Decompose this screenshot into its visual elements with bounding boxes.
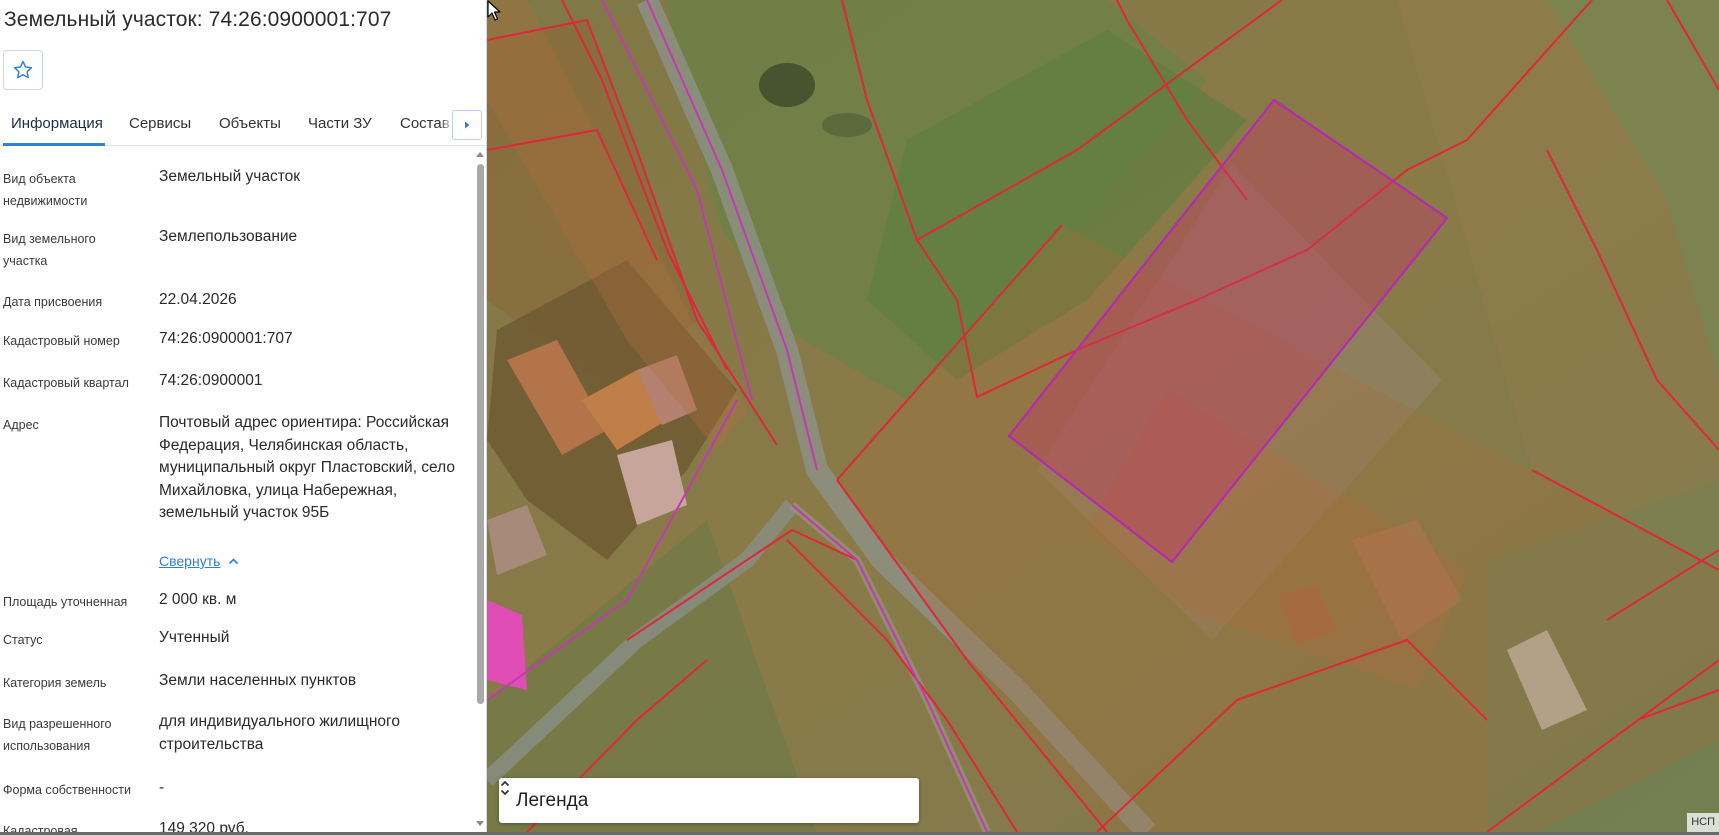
info-label: Кадастровая [3, 824, 78, 832]
info-label: Кадастровый квартал [3, 376, 129, 390]
info-value: 74:26:0900001 [159, 372, 263, 389]
info-value: Землепользование [159, 228, 298, 245]
tab-bar: Информация Сервисы Объекты Части ЗУ Сост… [0, 108, 486, 146]
tabs-scroll-next-button[interactable] [452, 110, 482, 140]
tab-objects[interactable]: Объекты [219, 115, 281, 132]
collapse-link-label: Свернуть [159, 553, 221, 569]
info-scrollbar[interactable] [474, 148, 486, 832]
info-list: Вид объекта недвижимости Земельный участ… [0, 148, 477, 832]
info-label: Вид объекта недвижимости [3, 172, 88, 208]
map-view[interactable]: Легенда НСП [487, 0, 1719, 832]
info-label: Площадь уточненная [3, 595, 128, 609]
satellite-imagery [487, 0, 1719, 832]
object-info-panel: Земельный участок: 74:26:0900001:707 Инф… [0, 0, 487, 832]
app-window: Земельный участок: 74:26:0900001:707 Инф… [0, 0, 1719, 835]
scroll-down-arrow-icon[interactable] [476, 821, 484, 826]
tab-land-parts[interactable]: Части ЗУ [308, 115, 372, 132]
map-attribution: НСП [1687, 813, 1719, 832]
active-tab-indicator [3, 143, 105, 146]
legend-label: Легенда [516, 789, 589, 811]
info-label: Кадастровый номер [3, 334, 120, 348]
page-title: Земельный участок: 74:26:0900001:707 [4, 8, 392, 31]
star-outline-icon [13, 60, 33, 79]
info-value: Земли населенных пунктов [159, 672, 357, 689]
info-label: Адрес [3, 418, 39, 432]
scroll-up-arrow-icon[interactable] [476, 152, 484, 157]
info-value: Учтенный [159, 629, 230, 646]
info-value: 149 320 руб. [159, 820, 249, 832]
tab-information[interactable]: Информация [11, 115, 103, 132]
info-value: Земельный участок [159, 168, 301, 185]
legend-dropdown[interactable]: Легенда [499, 778, 919, 823]
info-label: Статус [3, 633, 43, 647]
caret-right-icon [465, 121, 470, 129]
mouse-pointer-icon [487, 0, 501, 21]
info-value: для индивидуального жилищного строительс… [159, 713, 400, 753]
info-value: - [159, 779, 165, 796]
chevron-up-down-icon [500, 780, 510, 796]
tab-services[interactable]: Сервисы [129, 115, 191, 132]
info-label: Категория земель [3, 676, 107, 690]
collapse-address-link[interactable]: Свернуть [159, 553, 239, 569]
info-value: 2 000 кв. м [159, 591, 237, 608]
info-label: Форма собственности [3, 783, 131, 797]
info-label: Вид разрешенного использования [3, 717, 112, 753]
info-label: Дата присвоения [3, 295, 103, 309]
scrollbar-thumb[interactable] [477, 164, 484, 704]
chevron-up-icon [229, 558, 239, 565]
favorite-button[interactable] [3, 50, 43, 90]
info-label: Вид земельного участка [3, 232, 96, 268]
info-value: 22.04.2026 [159, 291, 237, 308]
info-value: Почтовый адрес ориентира: Российская Фед… [159, 414, 456, 521]
info-value: 74:26:0900001:707 [159, 330, 293, 347]
